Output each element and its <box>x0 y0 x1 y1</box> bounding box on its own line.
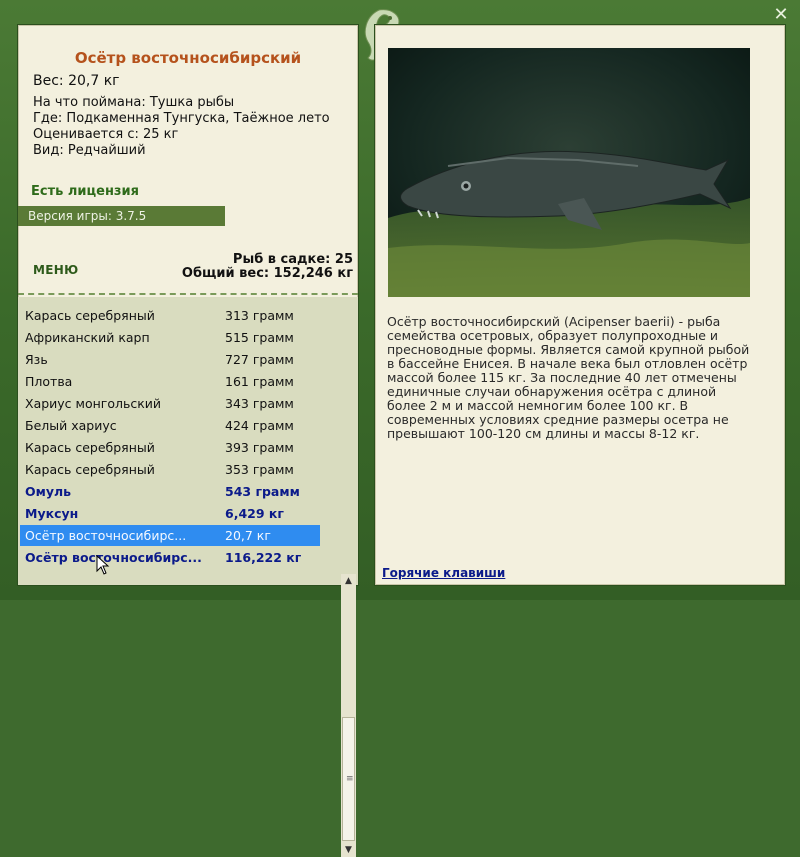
list-item-weight: 161 грамм <box>225 374 294 389</box>
scroll-thumb[interactable]: ≡ <box>342 717 355 841</box>
license-status: Есть лицензия <box>31 184 139 199</box>
list-item[interactable]: Карась серебряный 353 грамм <box>20 459 320 480</box>
list-item-name: Карась серебряный <box>25 308 155 323</box>
list-item[interactable]: Хариус монгольский 343 грамм <box>20 393 320 414</box>
list-item-name: Осётр восточносибирс... <box>25 528 187 543</box>
list-item-name: Омуль <box>25 484 72 499</box>
keepnet-stats: Рыб в садке: 25 Общий вес: 152,246 кг <box>182 253 353 281</box>
mouse-cursor-icon <box>96 555 110 575</box>
list-item-name: Карась серебряный <box>25 440 155 455</box>
location-info: Где: Подкаменная Тунгуска, Таёжное лето <box>33 111 330 126</box>
list-item[interactable]: Омуль 543 грамм <box>20 481 320 502</box>
list-item[interactable]: Африканский карп 515 грамм <box>20 327 320 348</box>
catch-list[interactable]: Карась серебряный 313 грамм Африканский ка… <box>18 297 358 857</box>
list-item[interactable]: Осётр восточносибирс... 20,7 кг <box>20 525 320 546</box>
list-item-name: Язь <box>25 352 48 367</box>
scroll-up-icon[interactable]: ▲ <box>341 574 356 588</box>
list-item-weight: 353 грамм <box>225 462 294 477</box>
list-item-weight: 515 грамм <box>225 330 294 345</box>
fish-count: Рыб в садке: 25 <box>232 252 353 267</box>
list-item[interactable]: Белый хариус 424 грамм <box>20 415 320 436</box>
hotkeys-link[interactable]: Горячие клавиши <box>382 566 505 580</box>
valuation-info: Оценивается с: 25 кг <box>33 127 179 142</box>
menu-button[interactable]: МЕНЮ <box>33 263 78 277</box>
game-version: Версия игры: 3.7.5 <box>18 206 225 226</box>
list-item[interactable]: Карась серебряный 313 грамм <box>20 305 320 326</box>
list-item-name: Осётр восточносибирс... <box>25 550 202 565</box>
fish-description-panel: Осётр восточносибирский (Acipenser baeri… <box>374 24 786 586</box>
divider <box>18 293 358 295</box>
scrollbar[interactable]: ▲ ≡ ▼ <box>341 574 356 857</box>
fish-description: Осётр восточносибирский (Acipenser baeri… <box>387 314 750 441</box>
list-item-name: Карась серебряный <box>25 462 155 477</box>
list-item[interactable]: Плотва 161 грамм <box>20 371 320 392</box>
list-item-weight: 116,222 кг <box>225 550 302 565</box>
fish-title: Осётр восточносибирский <box>74 49 302 67</box>
list-item-weight: 343 грамм <box>225 396 294 411</box>
list-item-name: Муксун <box>25 506 79 521</box>
scroll-down-icon[interactable]: ▼ <box>341 843 356 857</box>
rarity-info: Вид: Редчайший <box>33 143 146 158</box>
fish-weight: Вес: 20,7 кг <box>33 73 120 89</box>
list-item-weight: 313 грамм <box>225 308 294 323</box>
list-item-weight: 20,7 кг <box>225 528 271 543</box>
list-item-name: Хариус монгольский <box>25 396 162 411</box>
list-item[interactable]: Язь 727 грамм <box>20 349 320 370</box>
list-item[interactable]: Осётр восточносибирс... 116,222 кг <box>20 547 320 568</box>
list-item[interactable]: Муксун 6,429 кг <box>20 503 320 524</box>
list-item[interactable]: Карась серебряный 393 грамм <box>20 437 320 458</box>
list-item-weight: 543 грамм <box>225 484 300 499</box>
list-item-weight: 424 грамм <box>225 418 294 433</box>
fish-photo <box>388 48 750 297</box>
total-weight: Общий вес: 152,246 кг <box>181 266 353 281</box>
close-icon[interactable]: ✕ <box>772 6 790 24</box>
list-item-weight: 393 грамм <box>225 440 294 455</box>
list-item-name: Белый хариус <box>25 418 117 433</box>
list-item-name: Африканский карп <box>25 330 150 345</box>
list-item-weight: 727 грамм <box>225 352 294 367</box>
list-item-name: Плотва <box>25 374 73 389</box>
fish-info-panel: Осётр восточносибирский Вес: 20,7 кг На … <box>17 24 359 857</box>
list-item-weight: 6,429 кг <box>225 506 284 521</box>
bait-info: На что поймана: Тушка рыбы <box>33 95 235 110</box>
